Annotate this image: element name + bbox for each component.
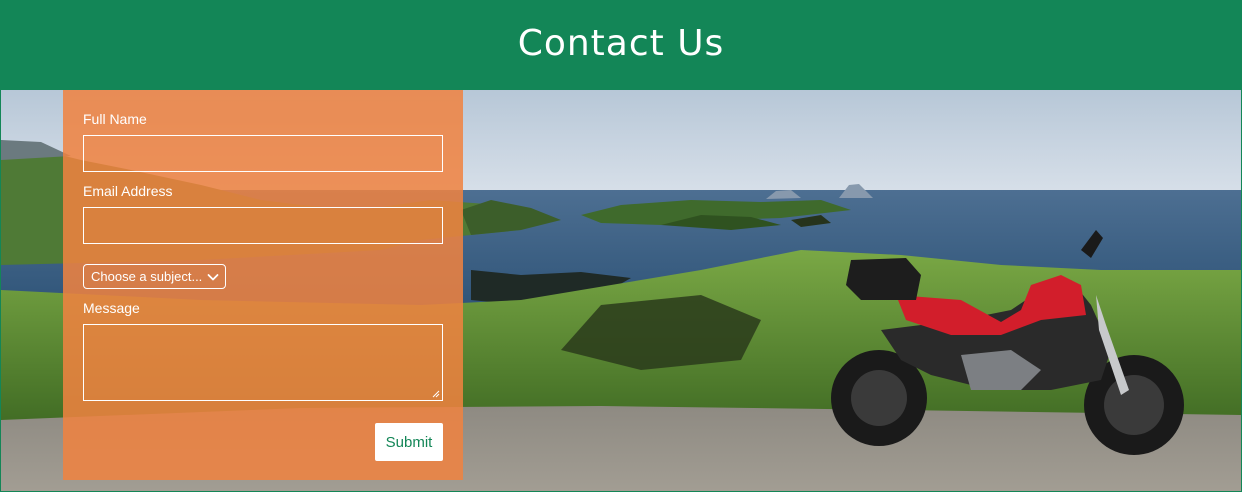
page-header: Contact Us [0,0,1242,90]
message-label: Message [83,300,140,316]
submit-button[interactable]: Submit [375,423,443,461]
chevron-down-icon [207,273,219,280]
subject-select[interactable]: Choose a subject... [83,264,226,289]
contact-form: Full Name Email Address Choose a subject… [63,90,463,480]
full-name-label: Full Name [83,111,147,127]
page-title: Contact Us [517,22,725,64]
resize-handle-icon[interactable] [432,390,440,398]
message-textarea[interactable] [83,324,443,401]
email-label: Email Address [83,183,173,199]
email-input[interactable] [83,207,443,244]
full-name-input[interactable] [83,135,443,172]
subject-select-value: Choose a subject... [91,269,203,284]
